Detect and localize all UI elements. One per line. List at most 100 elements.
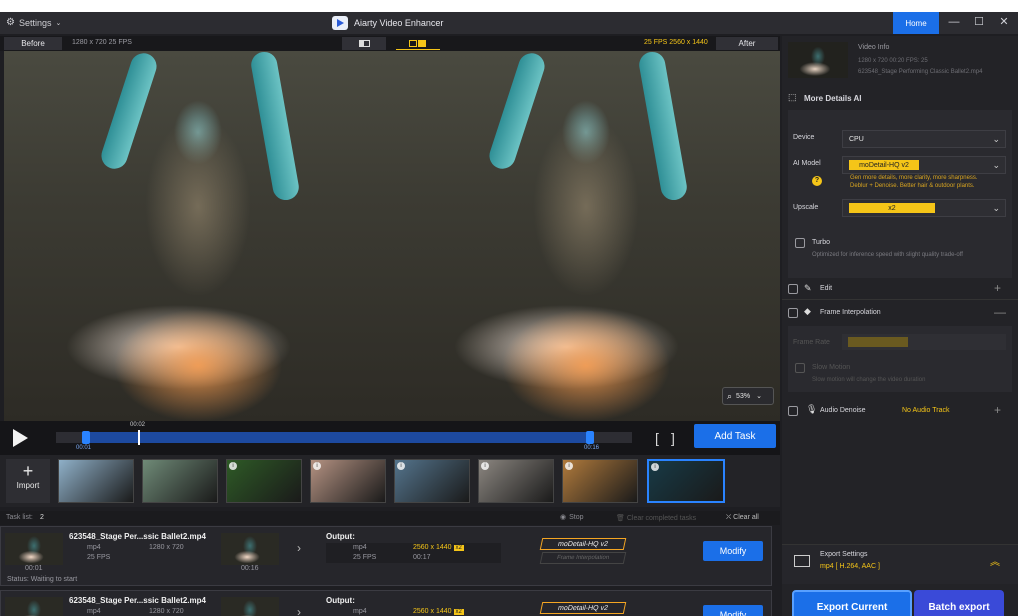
batch-export-button[interactable]: Batch export bbox=[914, 590, 1004, 616]
task-row[interactable]: 00:01 623548_Stage Per...ssic Ballet2.mp… bbox=[0, 526, 772, 586]
import-label: Import bbox=[16, 481, 40, 490]
clear-completed-label: Clear completed tasks bbox=[626, 515, 697, 522]
media-thumbnail[interactable]: i bbox=[562, 459, 638, 503]
play-icon[interactable] bbox=[13, 429, 28, 447]
upscale-select[interactable]: x2 ⌄ bbox=[842, 199, 1006, 217]
info-icon[interactable]: i bbox=[313, 462, 321, 470]
info-icon[interactable]: i bbox=[397, 462, 405, 470]
after-video-pane[interactable] bbox=[392, 51, 780, 421]
magnifier-icon: ⌕ bbox=[727, 390, 733, 401]
slow-motion-label: Slow Motion bbox=[812, 364, 851, 371]
task-format: mp4 bbox=[87, 608, 101, 615]
device-select[interactable]: CPU ⌄ bbox=[842, 130, 1006, 148]
more-details-header: ⬚ More Details AI bbox=[782, 90, 1018, 106]
clear-all-button[interactable]: ⛌ Clear all bbox=[726, 514, 759, 522]
audio-denoise-checkbox[interactable] bbox=[788, 406, 798, 416]
frame-interpolation-checkbox[interactable] bbox=[788, 308, 798, 318]
close-icon[interactable]: ✕ bbox=[997, 15, 1011, 29]
turbo-checkbox[interactable] bbox=[795, 238, 805, 248]
side-by-side-icon-right bbox=[418, 40, 426, 47]
before-video-frame bbox=[4, 51, 392, 421]
task-source-thumbnail bbox=[5, 597, 63, 616]
edit-checkbox[interactable] bbox=[788, 284, 798, 294]
frame-interpolation-row[interactable]: ◆ Frame Interpolation — bbox=[782, 302, 1018, 324]
export-current-button[interactable]: Export Current bbox=[792, 590, 912, 616]
video-info-title: Video Info bbox=[858, 44, 890, 51]
chevron-down-icon: ⌄ bbox=[756, 393, 762, 400]
media-thumbnail[interactable]: i bbox=[226, 459, 302, 503]
audio-denoise-row[interactable]: 🎙 Audio Denoise No Audio Track + bbox=[782, 400, 1018, 422]
chevron-right-icon: › bbox=[297, 541, 301, 555]
slow-motion-desc: Slow motion will change the video durati… bbox=[812, 377, 926, 383]
stop-button[interactable]: ◉ Stop bbox=[560, 513, 584, 522]
stop-icon: ◉ bbox=[560, 514, 567, 521]
slow-motion-checkbox[interactable] bbox=[795, 363, 805, 373]
frame-interpolation-label: Frame Interpolation bbox=[820, 309, 881, 316]
edit-row[interactable]: ✎ Edit + bbox=[782, 278, 1018, 300]
plus-icon[interactable]: + bbox=[994, 403, 1001, 417]
before-video-pane[interactable] bbox=[4, 51, 392, 421]
media-thumbnail[interactable]: i bbox=[310, 459, 386, 503]
task-output-thumbnail bbox=[221, 597, 279, 616]
media-thumbnail[interactable] bbox=[58, 459, 134, 503]
media-thumbnail[interactable] bbox=[142, 459, 218, 503]
chevron-up-icon[interactable]: ︽ bbox=[990, 553, 1000, 568]
upscale-value: x2 bbox=[849, 203, 935, 213]
trim-start-time: 00:01 bbox=[76, 445, 92, 451]
task-format: mp4 bbox=[87, 544, 101, 551]
minus-icon[interactable]: — bbox=[994, 305, 1006, 319]
plus-icon[interactable]: + bbox=[994, 281, 1001, 295]
info-icon[interactable]: i bbox=[229, 462, 237, 470]
zoom-control[interactable]: ⌕ 53% ⌄ bbox=[722, 387, 774, 405]
import-button[interactable]: + Import bbox=[6, 459, 50, 503]
media-thumbnail[interactable]: i bbox=[478, 459, 554, 503]
split-view-button[interactable] bbox=[342, 37, 386, 50]
output-format: mp4 bbox=[353, 608, 367, 615]
current-time: 00:02 bbox=[130, 422, 146, 428]
media-thumbnail-selected[interactable]: i bbox=[647, 459, 725, 503]
add-task-button[interactable]: Add Task bbox=[694, 424, 776, 448]
plus-icon: + bbox=[22, 461, 34, 481]
task-time-end: 00:16 bbox=[241, 565, 259, 572]
edit-label: Edit bbox=[820, 285, 833, 292]
after-info: 25 FPS 2560 x 1440 bbox=[644, 39, 708, 46]
frame-rate-label: Frame Rate bbox=[793, 339, 830, 346]
ai-model-select[interactable]: moDetail-HQ v2 ⌄ bbox=[842, 156, 1006, 174]
playhead[interactable] bbox=[138, 430, 140, 445]
side-by-side-button[interactable] bbox=[396, 37, 440, 50]
clear-completed-button[interactable]: 🗑 Clear completed tasks bbox=[616, 514, 696, 522]
output-resolution: 2560 x 1440 bbox=[413, 608, 452, 615]
chevron-right-icon: › bbox=[297, 605, 301, 616]
split-view-icon-fill bbox=[359, 40, 364, 47]
output-resolution-group: 2560 x 1440 x2 bbox=[413, 544, 464, 551]
settings-menu[interactable]: ⚙ Settings ⌄ bbox=[6, 17, 61, 28]
trim-start-handle[interactable] bbox=[82, 431, 90, 444]
turbo-desc: Optimized for inference speed with sligh… bbox=[812, 252, 963, 258]
info-icon[interactable]: i bbox=[481, 462, 489, 470]
frame-rate-select[interactable] bbox=[842, 334, 1006, 350]
task-row[interactable]: 623548_Stage Per...ssic Ballet2.mp4 mp4 … bbox=[0, 590, 772, 616]
trim-end-handle[interactable] bbox=[586, 431, 594, 444]
before-info: 1280 x 720 25 FPS bbox=[72, 39, 132, 46]
mark-in-icon[interactable]: [ bbox=[655, 430, 659, 446]
mark-out-icon[interactable]: ] bbox=[671, 430, 675, 446]
export-settings-icon bbox=[794, 555, 810, 567]
stop-label: Stop bbox=[569, 513, 584, 521]
minimize-icon[interactable]: — bbox=[947, 15, 961, 29]
maximize-icon[interactable]: ☐ bbox=[972, 15, 986, 29]
task-count: 2 bbox=[40, 514, 44, 521]
settings-label: Settings bbox=[18, 17, 52, 28]
home-button[interactable]: Home bbox=[893, 12, 939, 34]
enhance-icon: ⬚ bbox=[788, 92, 797, 102]
media-thumbnail[interactable]: i bbox=[394, 459, 470, 503]
after-tag: After bbox=[716, 37, 778, 50]
help-icon[interactable]: ? bbox=[812, 176, 822, 186]
info-icon[interactable]: i bbox=[565, 462, 573, 470]
modify-button[interactable]: Modify bbox=[703, 605, 763, 616]
info-icon[interactable]: i bbox=[651, 463, 659, 471]
export-settings-row[interactable]: Export Settings mp4 [ H.264, AAC ] ︽ bbox=[782, 544, 1018, 584]
media-thumbnail-strip: + Import i i i i i i bbox=[0, 455, 780, 507]
task-source-thumbnail bbox=[5, 533, 63, 565]
viewer-label-bar: Before 1280 x 720 25 FPS 25 FPS 2560 x 1… bbox=[0, 36, 780, 51]
modify-button[interactable]: Modify bbox=[703, 541, 763, 561]
